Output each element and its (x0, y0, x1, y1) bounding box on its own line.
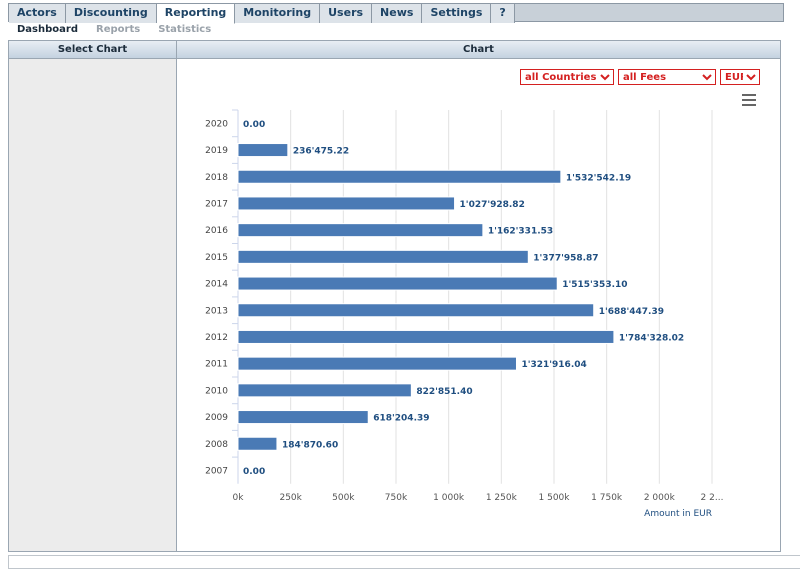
bar (237, 383, 412, 398)
bar (237, 223, 484, 238)
chart-header: Chart (177, 41, 780, 59)
y-tick-label: 2017 (205, 199, 228, 209)
y-tick-label: 2007 (205, 466, 228, 476)
data-label: 1'784'328.02 (619, 333, 684, 343)
x-tick-label: 1 750k (591, 493, 623, 503)
x-tick-label: 1 000k (433, 493, 465, 503)
x-tick-label: 2 2... (701, 493, 724, 503)
data-label: 1'377'958.87 (533, 253, 598, 263)
tab-news[interactable]: News (372, 4, 423, 23)
subtab-statistics[interactable]: Statistics (149, 22, 220, 38)
y-tick-label: 2010 (205, 386, 228, 396)
data-label: 1'515'353.10 (562, 280, 627, 290)
data-label: 184'870.60 (282, 440, 338, 450)
bar (237, 410, 369, 425)
x-tick-label: 1 500k (539, 493, 571, 503)
data-label: 618'204.39 (373, 414, 429, 424)
bar (237, 276, 558, 291)
chart-selector-sidebar[interactable] (9, 59, 177, 551)
tab-users[interactable]: Users (320, 4, 373, 23)
chart-menu-icon[interactable] (742, 94, 756, 106)
y-tick-label: 2018 (205, 173, 228, 183)
subtab-reports[interactable]: Reports (87, 22, 149, 38)
bar-chart: 0k 250k 500k 750k 1 000k 1 250k 1 500k 1 750k 2 … (205, 109, 724, 519)
tab-settings[interactable]: Settings (422, 4, 492, 23)
fees-filter-select[interactable]: all Fees (618, 69, 716, 85)
data-label: 1'162'331.53 (488, 227, 553, 237)
footer-bar (8, 555, 800, 569)
bar (237, 249, 529, 264)
x-axis-label: Amount in EUR (644, 509, 712, 519)
data-label: 1'532'542.19 (566, 173, 631, 183)
data-label: 236'475.22 (293, 147, 349, 157)
data-label: 1'321'916.04 (521, 360, 586, 370)
tab-reporting[interactable]: Reporting (156, 4, 236, 24)
tab-help[interactable]: ? (491, 4, 515, 23)
sub-nav: Dashboard Reports Statistics (8, 22, 784, 38)
currency-select[interactable]: EUR (720, 69, 760, 85)
bar (237, 303, 595, 318)
x-tick-label: 1 250k (486, 493, 518, 503)
y-tick-label: 2014 (205, 280, 228, 290)
data-label: 1'027'928.82 (460, 200, 525, 210)
y-tick-label: 2012 (205, 333, 228, 343)
tab-actors[interactable]: Actors (9, 4, 66, 23)
bar (237, 436, 278, 451)
data-label: 1'688'447.39 (599, 307, 664, 317)
bar (237, 356, 517, 371)
y-tick-label: 2015 (205, 253, 228, 263)
x-tick-label: 2 000k (644, 493, 676, 503)
y-tick-label: 2008 (205, 440, 228, 450)
y-tick-label: 2013 (205, 306, 228, 316)
country-filter-select[interactable]: all Countries (520, 69, 614, 85)
y-tick-label: 2020 (205, 119, 228, 129)
data-label: 822'851.40 (416, 387, 472, 397)
x-tick-label: 500k (332, 493, 355, 503)
y-tick-label: 2011 (205, 360, 228, 370)
x-tick-label: 0k (233, 493, 245, 503)
select-chart-header: Select Chart (9, 41, 177, 59)
x-tick-label: 750k (385, 493, 408, 503)
subtab-dashboard[interactable]: Dashboard (8, 22, 87, 38)
bar (237, 169, 562, 184)
bar (237, 196, 456, 211)
x-tick-label: 250k (279, 493, 302, 503)
tab-discounting[interactable]: Discounting (65, 4, 157, 23)
data-label: 0.00 (243, 120, 265, 130)
y-tick-label: 2019 (205, 146, 228, 156)
y-tick-label: 2009 (205, 413, 228, 423)
top-nav: Actors Discounting Reporting Monitoring User… (8, 3, 784, 24)
y-tick-label: 2016 (205, 226, 228, 236)
bar (237, 143, 289, 158)
bar (237, 329, 615, 344)
tab-monitoring[interactable]: Monitoring (235, 4, 321, 23)
data-label: 0.00 (243, 467, 265, 477)
